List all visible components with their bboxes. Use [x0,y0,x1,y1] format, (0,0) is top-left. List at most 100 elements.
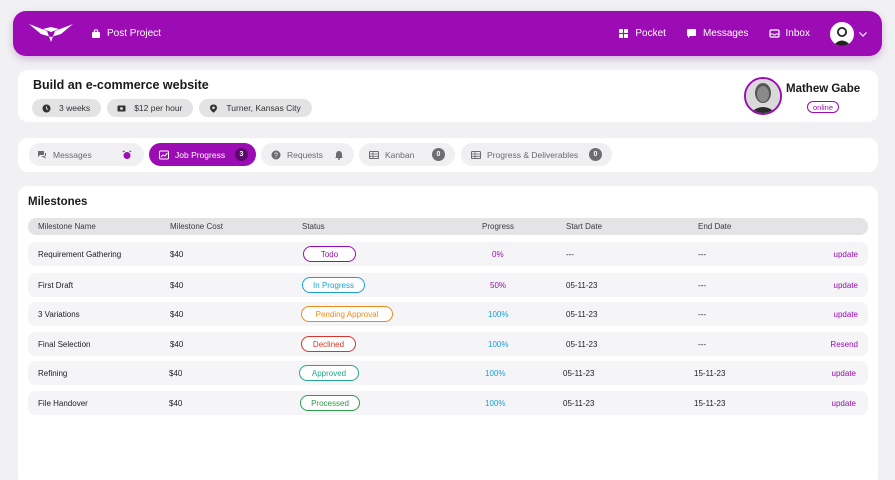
location-label: Turner, Kansas City [226,103,301,113]
briefcase-icon [92,29,100,38]
update-button[interactable]: update [834,281,858,290]
update-button[interactable]: update [832,399,856,408]
tab-requests-label: Requests [287,149,323,160]
post-project-button[interactable]: Post Project [91,11,161,56]
table-row: 3 Variations $40 Pending Approval 100% 0… [28,302,868,326]
end-date: --- [698,250,706,259]
milestone-cost: $40 [169,369,183,378]
tab-requests[interactable]: ? Requests [261,143,354,166]
start-date: 05-11-23 [566,281,598,290]
update-button[interactable]: update [834,250,858,259]
alarm-icon [122,149,132,159]
rate-label: $12 per hour [134,103,183,113]
table-icon [471,150,481,159]
tab-job-progress[interactable]: Job Progress 3 [149,143,256,166]
update-button[interactable]: update [832,369,856,378]
status-badge: In Progress [302,277,365,293]
chevron-down-icon[interactable] [858,29,868,39]
milestone-name: Requirement Gathering [38,250,122,259]
milestone-name: Final Selection [38,340,91,349]
col-end-date: End Date [698,222,732,231]
status-badge: Declined [301,336,356,352]
help-circle-icon: ? [271,150,281,159]
portrait-photo [746,79,780,113]
table-row: Final Selection $40 Declined 100% 05-11-… [28,332,868,356]
resend-button[interactable]: Resend [830,340,858,349]
money-icon [117,105,126,111]
milestone-name: First Draft [38,281,74,290]
rate-chip: $12 per hour [107,99,194,117]
tab-progress-deliverables[interactable]: Progress & Deliverables 0 [461,143,612,166]
end-date: --- [698,340,706,349]
progress-value: 100% [488,310,509,319]
brand-logo-icon[interactable] [27,21,75,45]
profile-avatar[interactable] [830,21,854,46]
col-status: Status [302,222,325,231]
tab-progress-deliverables-label: Progress & Deliverables [487,149,579,160]
col-progress: Progress [482,222,515,231]
start-date: 05-11-23 [566,340,598,349]
start-date: 05-11-23 [566,310,598,319]
bell-icon [335,150,343,160]
milestones-panel: Milestones Milestone Name Milestone Cost… [18,186,878,480]
progress-value: 0% [492,250,504,259]
duration-label: 3 weeks [59,103,91,113]
nav-pocket-label: Pocket [635,28,666,39]
status-badge: Pending Approval [301,306,393,322]
online-status-badge: online [807,101,840,113]
col-milestone-cost: Milestone Cost [170,222,223,231]
top-navbar: Post Project Pocket Messages Inbox [13,11,882,56]
tab-job-progress-label: Job Progress [175,149,226,160]
progress-value: 100% [488,340,509,349]
milestone-cost: $40 [169,399,183,408]
tabs-bar: Messages Job Progress 3 ? Requests Kanba… [18,138,878,172]
chat-icon [38,150,46,158]
start-date: 05-11-23 [563,369,595,378]
nav-pocket[interactable]: Pocket [618,28,666,39]
client-name: Mathew Gabe [786,83,861,95]
nav-messages[interactable]: Messages [686,28,749,39]
table-row: Refining $40 Approved 100% 05-11-23 15-1… [28,361,868,385]
clock-icon [42,104,51,112]
nav-inbox-label: Inbox [785,28,810,39]
post-project-label: Post Project [107,28,161,39]
client-avatar[interactable] [744,77,782,115]
chart-icon [159,150,169,159]
milestones-title: Milestones [28,196,88,208]
milestone-cost: $40 [170,281,184,290]
progress-value: 100% [485,399,506,408]
start-date: --- [566,250,574,259]
tab-messages-label: Messages [53,149,92,160]
tab-kanban-label: Kanban [385,149,415,160]
table-row: File Handover $40 Processed 100% 05-11-2… [28,391,868,415]
tab-job-progress-count: 3 [235,148,248,161]
svg-text:?: ? [274,152,278,159]
table-row: First Draft $40 In Progress 50% 05-11-23… [28,273,868,297]
milestone-cost: $40 [170,310,184,319]
end-date: 15-11-23 [694,399,726,408]
tab-progress-deliverables-count: 0 [589,148,602,161]
tab-kanban-count: 0 [432,148,445,161]
tab-kanban[interactable]: Kanban 0 [359,143,455,166]
status-badge: Approved [299,365,359,381]
tab-messages[interactable]: Messages [29,143,144,166]
end-date: 15-11-23 [694,369,726,378]
progress-value: 50% [490,281,507,290]
status-badge: Processed [300,395,360,411]
milestone-name: 3 Variations [38,310,80,319]
progress-value: 100% [485,369,506,378]
location-chip: Turner, Kansas City [199,99,312,117]
user-avatar-icon [833,26,851,46]
milestone-cost: $40 [170,250,184,259]
update-button[interactable]: update [834,310,858,319]
col-milestone-name: Milestone Name [38,222,96,231]
status-badge: Todo [303,246,356,262]
inbox-icon [768,29,780,38]
nav-inbox[interactable]: Inbox [768,28,810,39]
chat-bubble-icon [686,29,696,38]
nav-messages-label: Messages [702,28,749,39]
project-title: Build an e-commerce website [33,78,209,92]
grid-icon [619,29,629,38]
col-start-date: Start Date [566,222,603,231]
table-icon [369,150,379,159]
